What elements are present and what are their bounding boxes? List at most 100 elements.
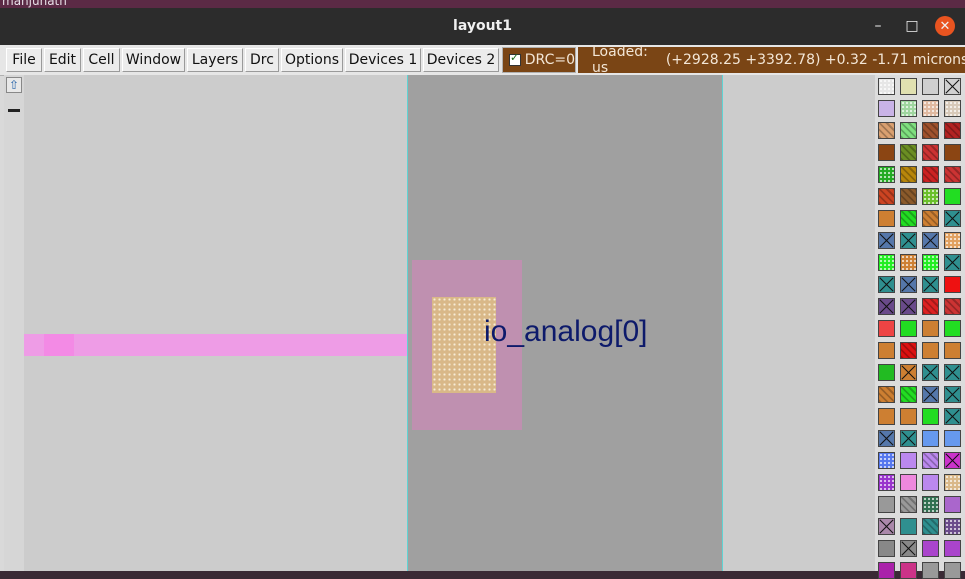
- layer-swatch[interactable]: [900, 78, 917, 95]
- layer-swatch[interactable]: [900, 320, 917, 337]
- layer-swatch[interactable]: [944, 496, 961, 513]
- layer-swatch[interactable]: [922, 364, 939, 381]
- menu-file[interactable]: File: [6, 48, 42, 72]
- layer-swatch[interactable]: [878, 100, 895, 117]
- layer-swatch[interactable]: [944, 474, 961, 491]
- layer-swatch[interactable]: [878, 474, 895, 491]
- close-button[interactable]: ✕: [935, 16, 955, 36]
- layer-swatch[interactable]: [944, 166, 961, 183]
- layer-swatch[interactable]: [900, 122, 917, 139]
- layer-swatch[interactable]: [922, 144, 939, 161]
- layer-swatch[interactable]: [878, 342, 895, 359]
- layer-swatch[interactable]: [922, 276, 939, 293]
- layer-swatch[interactable]: [900, 100, 917, 117]
- layer-swatch[interactable]: [900, 386, 917, 403]
- layer-swatch[interactable]: [922, 386, 939, 403]
- layer-swatch[interactable]: [900, 496, 917, 513]
- layer-swatch[interactable]: [900, 254, 917, 271]
- minimize-button[interactable]: –: [868, 16, 888, 36]
- layer-swatch[interactable]: [900, 430, 917, 447]
- layer-swatch[interactable]: [900, 540, 917, 557]
- title-bar[interactable]: layout1 – □ ✕: [0, 8, 965, 45]
- menu-drc[interactable]: Drc: [245, 48, 279, 72]
- layer-swatch[interactable]: [922, 100, 939, 117]
- layer-swatch[interactable]: [922, 518, 939, 535]
- layer-swatch[interactable]: [878, 298, 895, 315]
- layer-swatch[interactable]: [944, 78, 961, 95]
- layer-swatch[interactable]: [944, 408, 961, 425]
- menu-layers[interactable]: Layers: [187, 48, 243, 72]
- layout-canvas[interactable]: io_analog[0]: [24, 75, 875, 571]
- layer-swatch[interactable]: [878, 364, 895, 381]
- layer-swatch[interactable]: [878, 540, 895, 557]
- layer-swatch[interactable]: [878, 78, 895, 95]
- maximize-button[interactable]: □: [902, 16, 922, 36]
- layer-swatch[interactable]: [922, 342, 939, 359]
- layer-swatch[interactable]: [944, 540, 961, 557]
- layer-swatch[interactable]: [922, 78, 939, 95]
- layer-swatch[interactable]: [878, 320, 895, 337]
- layer-swatch[interactable]: [944, 122, 961, 139]
- layer-swatch[interactable]: [900, 276, 917, 293]
- layer-swatch[interactable]: [922, 408, 939, 425]
- layer-swatch[interactable]: [900, 232, 917, 249]
- layer-swatch[interactable]: [900, 210, 917, 227]
- layer-swatch[interactable]: [922, 430, 939, 447]
- layer-swatch[interactable]: [878, 430, 895, 447]
- menu-devices-2[interactable]: Devices 2: [423, 48, 499, 72]
- layer-swatch[interactable]: [900, 298, 917, 315]
- layer-swatch[interactable]: [944, 232, 961, 249]
- menu-devices-1[interactable]: Devices 1: [345, 48, 421, 72]
- layer-swatch[interactable]: [922, 188, 939, 205]
- layer-swatch[interactable]: [878, 254, 895, 271]
- layer-swatch[interactable]: [922, 210, 939, 227]
- layer-swatch[interactable]: [878, 144, 895, 161]
- vertical-scrollbar[interactable]: ⇧: [4, 75, 25, 571]
- layer-swatch[interactable]: [944, 430, 961, 447]
- layer-swatch[interactable]: [922, 298, 939, 315]
- layer-swatch[interactable]: [922, 166, 939, 183]
- menu-options[interactable]: Options: [281, 48, 343, 72]
- layer-swatch[interactable]: [944, 452, 961, 469]
- layer-swatch[interactable]: [878, 408, 895, 425]
- layer-swatch[interactable]: [944, 100, 961, 117]
- layer-swatch[interactable]: [944, 364, 961, 381]
- layer-swatch[interactable]: [944, 188, 961, 205]
- layer-swatch[interactable]: [900, 342, 917, 359]
- layer-swatch[interactable]: [922, 232, 939, 249]
- layer-swatch[interactable]: [878, 496, 895, 513]
- layer-swatch[interactable]: [944, 210, 961, 227]
- layer-swatch[interactable]: [878, 386, 895, 403]
- layer-swatch[interactable]: [944, 254, 961, 271]
- scroll-thumb[interactable]: [8, 109, 20, 112]
- layer-swatch[interactable]: [900, 188, 917, 205]
- layer-swatch[interactable]: [922, 254, 939, 271]
- layer-swatch[interactable]: [944, 276, 961, 293]
- layer-swatch[interactable]: [922, 496, 939, 513]
- layer-swatch[interactable]: [944, 342, 961, 359]
- layer-swatch[interactable]: [900, 144, 917, 161]
- layer-swatch[interactable]: [878, 166, 895, 183]
- layer-swatch[interactable]: [922, 452, 939, 469]
- layer-swatch[interactable]: [944, 144, 961, 161]
- scroll-up-arrow-icon[interactable]: ⇧: [6, 77, 22, 93]
- layer-swatch[interactable]: [900, 408, 917, 425]
- layer-swatch[interactable]: [900, 518, 917, 535]
- layer-swatch[interactable]: [944, 320, 961, 337]
- layer-swatch[interactable]: [878, 122, 895, 139]
- layer-swatch[interactable]: [922, 474, 939, 491]
- layer-swatch[interactable]: [922, 320, 939, 337]
- layer-swatch[interactable]: [922, 122, 939, 139]
- layer-swatch[interactable]: [878, 188, 895, 205]
- menu-edit[interactable]: Edit: [44, 48, 81, 72]
- layer-swatch[interactable]: [944, 298, 961, 315]
- drc-toggle[interactable]: DRC=0: [502, 47, 576, 73]
- layer-swatch[interactable]: [922, 540, 939, 557]
- layer-swatch[interactable]: [878, 276, 895, 293]
- metal-wire[interactable]: [24, 334, 407, 356]
- layer-swatch[interactable]: [900, 452, 917, 469]
- layer-swatch[interactable]: [878, 518, 895, 535]
- menu-cell[interactable]: Cell: [83, 48, 120, 72]
- layer-swatch[interactable]: [878, 452, 895, 469]
- drc-checkbox[interactable]: [509, 51, 521, 66]
